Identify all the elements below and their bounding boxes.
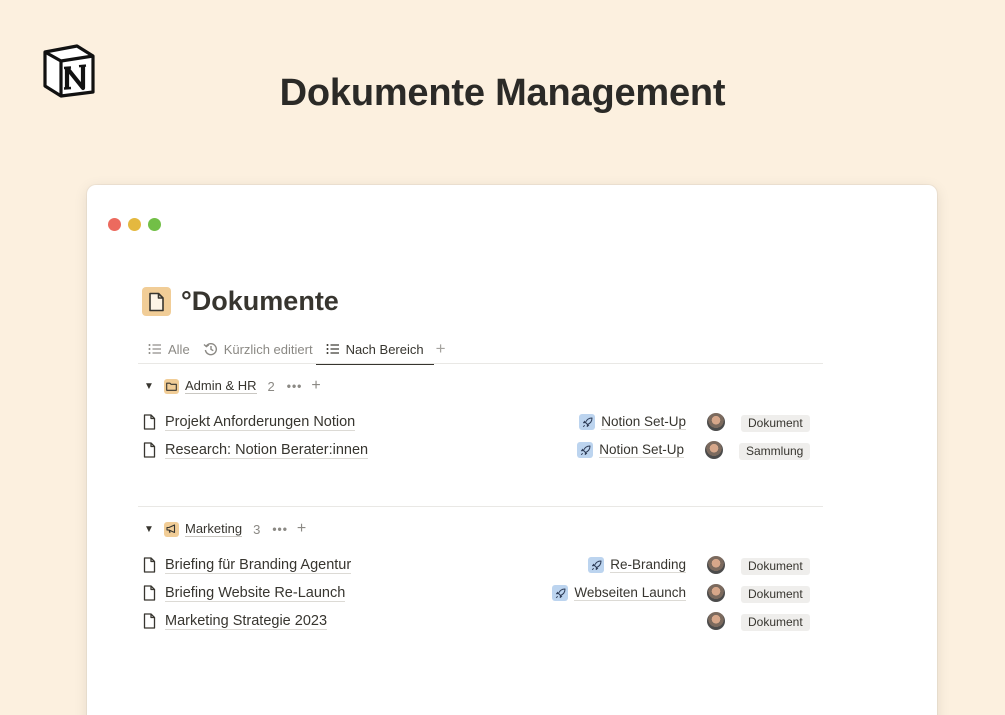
more-options-button[interactable]: ••• [272,522,288,536]
window-controls [108,218,161,231]
collapse-toggle-icon[interactable]: ▼ [144,524,156,535]
row-title[interactable]: Projekt Anforderungen Notion [165,414,356,431]
type-tag: Dokument [741,614,810,631]
group-marketing: ▼ Marketing 3 ••• + Briefing für Brandin… [138,516,823,635]
history-icon [203,342,217,356]
avatar [707,413,725,431]
tab-nach-bereich[interactable]: Nach Bereich [315,334,434,365]
relation-label: Webseiten Launch [574,585,686,601]
type-tag: Dokument [741,558,810,575]
group-header: ▼ Marketing 3 ••• + [138,516,823,542]
relation-cell[interactable]: Webseiten Launch [552,585,686,601]
tab-label: Alle [168,341,190,357]
rocket-icon [552,585,569,601]
avatar [707,556,725,574]
table-row[interactable]: Marketing Strategie 2023 Dokument [138,607,823,635]
tab-label: Kürzlich editiert [223,341,313,357]
add-item-button[interactable]: + [297,520,306,538]
list-icon [148,344,161,354]
hero-title: Dokumente Management [279,72,726,114]
table-row[interactable]: Briefing Website Re-Launch Webseiten Lau… [138,579,823,607]
document-icon [143,585,156,601]
maximize-window-button[interactable] [148,218,161,231]
rocket-icon [577,442,594,458]
row-title[interactable]: Research: Notion Berater:innen [165,442,369,459]
more-options-button[interactable]: ••• [287,379,303,393]
avatar [705,441,723,459]
document-icon [143,442,156,458]
table-row[interactable]: Briefing für Branding Agentur Re-Brandin… [138,551,823,579]
document-icon [143,613,156,629]
page-title: °Dokumente [181,286,339,316]
document-icon [143,557,156,573]
type-tag: Dokument [741,415,810,432]
group-admin-hr: ▼ Admin & HR 2 ••• + Projekt Anforderung… [138,373,823,464]
type-tag: Sammlung [739,443,811,460]
folder-icon [164,378,179,394]
list-icon [326,344,339,354]
row-title[interactable]: Briefing Website Re-Launch [165,585,346,602]
add-item-button[interactable]: + [311,377,320,395]
group-header: ▼ Admin & HR 2 ••• + [138,373,823,399]
tab-alle[interactable]: Alle [145,334,193,364]
collapse-toggle-icon[interactable]: ▼ [144,381,156,392]
document-icon [143,414,156,430]
relation-cell[interactable]: Notion Set-Up [579,414,686,430]
tab-kuerzlich-editiert[interactable]: Kürzlich editiert [200,334,316,364]
avatar [707,612,725,630]
relation-cell[interactable]: Re-Branding [588,557,686,573]
avatar [707,584,725,602]
group-name[interactable]: Marketing [185,521,243,537]
page-header: °Dokumente [142,286,339,317]
document-icon [149,292,164,311]
tabs-divider [138,363,823,364]
relation-cell[interactable]: Notion Set-Up [577,442,684,458]
group-count: 2 [267,378,275,394]
app-window: °Dokumente Alle Kürzlich editiert Nach B… [87,185,937,715]
type-tag: Dokument [741,586,810,603]
view-tabs: Alle Kürzlich editiert Nach Bereich + [145,334,446,365]
tab-label: Nach Bereich [345,341,424,357]
relation-label: Notion Set-Up [599,442,684,458]
group-count: 3 [253,521,261,537]
relation-label: Notion Set-Up [601,414,686,430]
add-view-button[interactable]: + [436,334,446,364]
minimize-window-button[interactable] [128,218,141,231]
group-divider [138,506,823,507]
row-title[interactable]: Marketing Strategie 2023 [165,613,328,630]
table-row[interactable]: Research: Notion Berater:innen Notion Se… [138,436,823,464]
rocket-icon [579,414,596,430]
page-icon[interactable] [142,287,171,316]
table-row[interactable]: Projekt Anforderungen Notion Notion Set-… [138,408,823,436]
rocket-icon [588,557,605,573]
relation-label: Re-Branding [610,557,686,573]
row-title[interactable]: Briefing für Branding Agentur [165,557,352,574]
close-window-button[interactable] [108,218,121,231]
megaphone-icon [164,521,179,537]
group-name[interactable]: Admin & HR [185,378,257,394]
